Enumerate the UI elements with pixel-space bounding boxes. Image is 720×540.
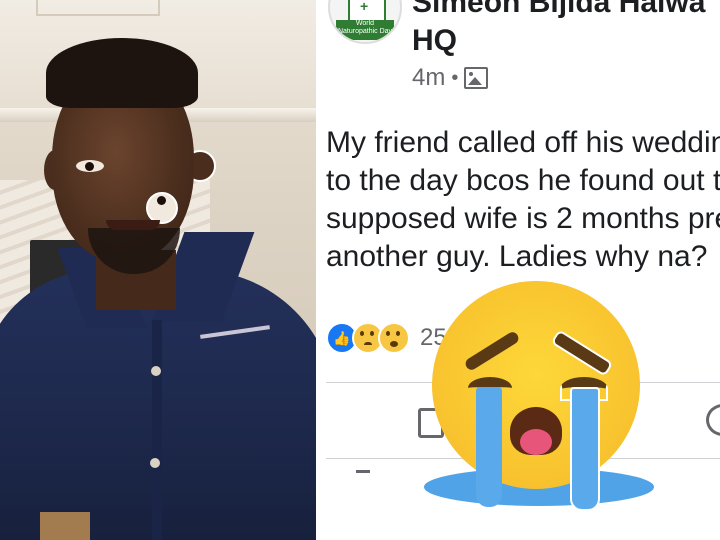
shirt-placket xyxy=(152,320,162,540)
emoji-tear-left xyxy=(476,387,502,507)
author-name-line2: HQ xyxy=(412,24,457,57)
avatar-banner: World Naturopathic Day xyxy=(336,20,394,40)
emoji-mouth xyxy=(510,407,562,455)
loudly-crying-face-emoji xyxy=(432,281,640,511)
emoji-brow-right xyxy=(550,329,614,377)
post-body-line: to the day bcos he found out that his xyxy=(326,164,720,197)
emoji-tongue xyxy=(520,429,552,455)
post-body-line: supposed wife is 2 months pregnant for xyxy=(326,202,720,235)
mouth xyxy=(106,220,160,230)
post-meta: 4m • xyxy=(412,64,489,92)
author-avatar[interactable]: + World Naturopathic Day xyxy=(328,0,402,44)
meta-separator: • xyxy=(451,66,459,89)
post-body-line: My friend called off his wedding a day xyxy=(326,126,720,159)
wow-reaction-icon xyxy=(378,322,410,354)
emoji-brow-left xyxy=(463,330,521,372)
hair xyxy=(46,38,198,108)
bag-strap xyxy=(40,512,90,540)
medical-cross-icon: + xyxy=(360,0,369,14)
post-body: My friend called off his wedding a day t… xyxy=(326,124,720,276)
shirt-button xyxy=(150,458,160,468)
reaction-summary[interactable]: 👍 25 xyxy=(326,322,447,354)
shirt-button xyxy=(151,366,161,376)
ceiling-vent xyxy=(36,0,160,16)
selfie-photo xyxy=(0,0,316,540)
post-timestamp[interactable]: 4m xyxy=(412,64,445,92)
author-name-line1: Simeon Bijida Haiwa xyxy=(412,0,706,19)
author-name[interactable]: Simeon Bijida Haiwa HQ xyxy=(412,0,705,60)
emoji-tear-right xyxy=(570,387,600,511)
comment-box-mark xyxy=(356,470,370,473)
post-body-line: another guy. Ladies why na? xyxy=(326,240,708,273)
eye-left xyxy=(76,160,104,172)
photos-icon xyxy=(464,67,489,89)
comment-icon[interactable] xyxy=(706,404,720,436)
